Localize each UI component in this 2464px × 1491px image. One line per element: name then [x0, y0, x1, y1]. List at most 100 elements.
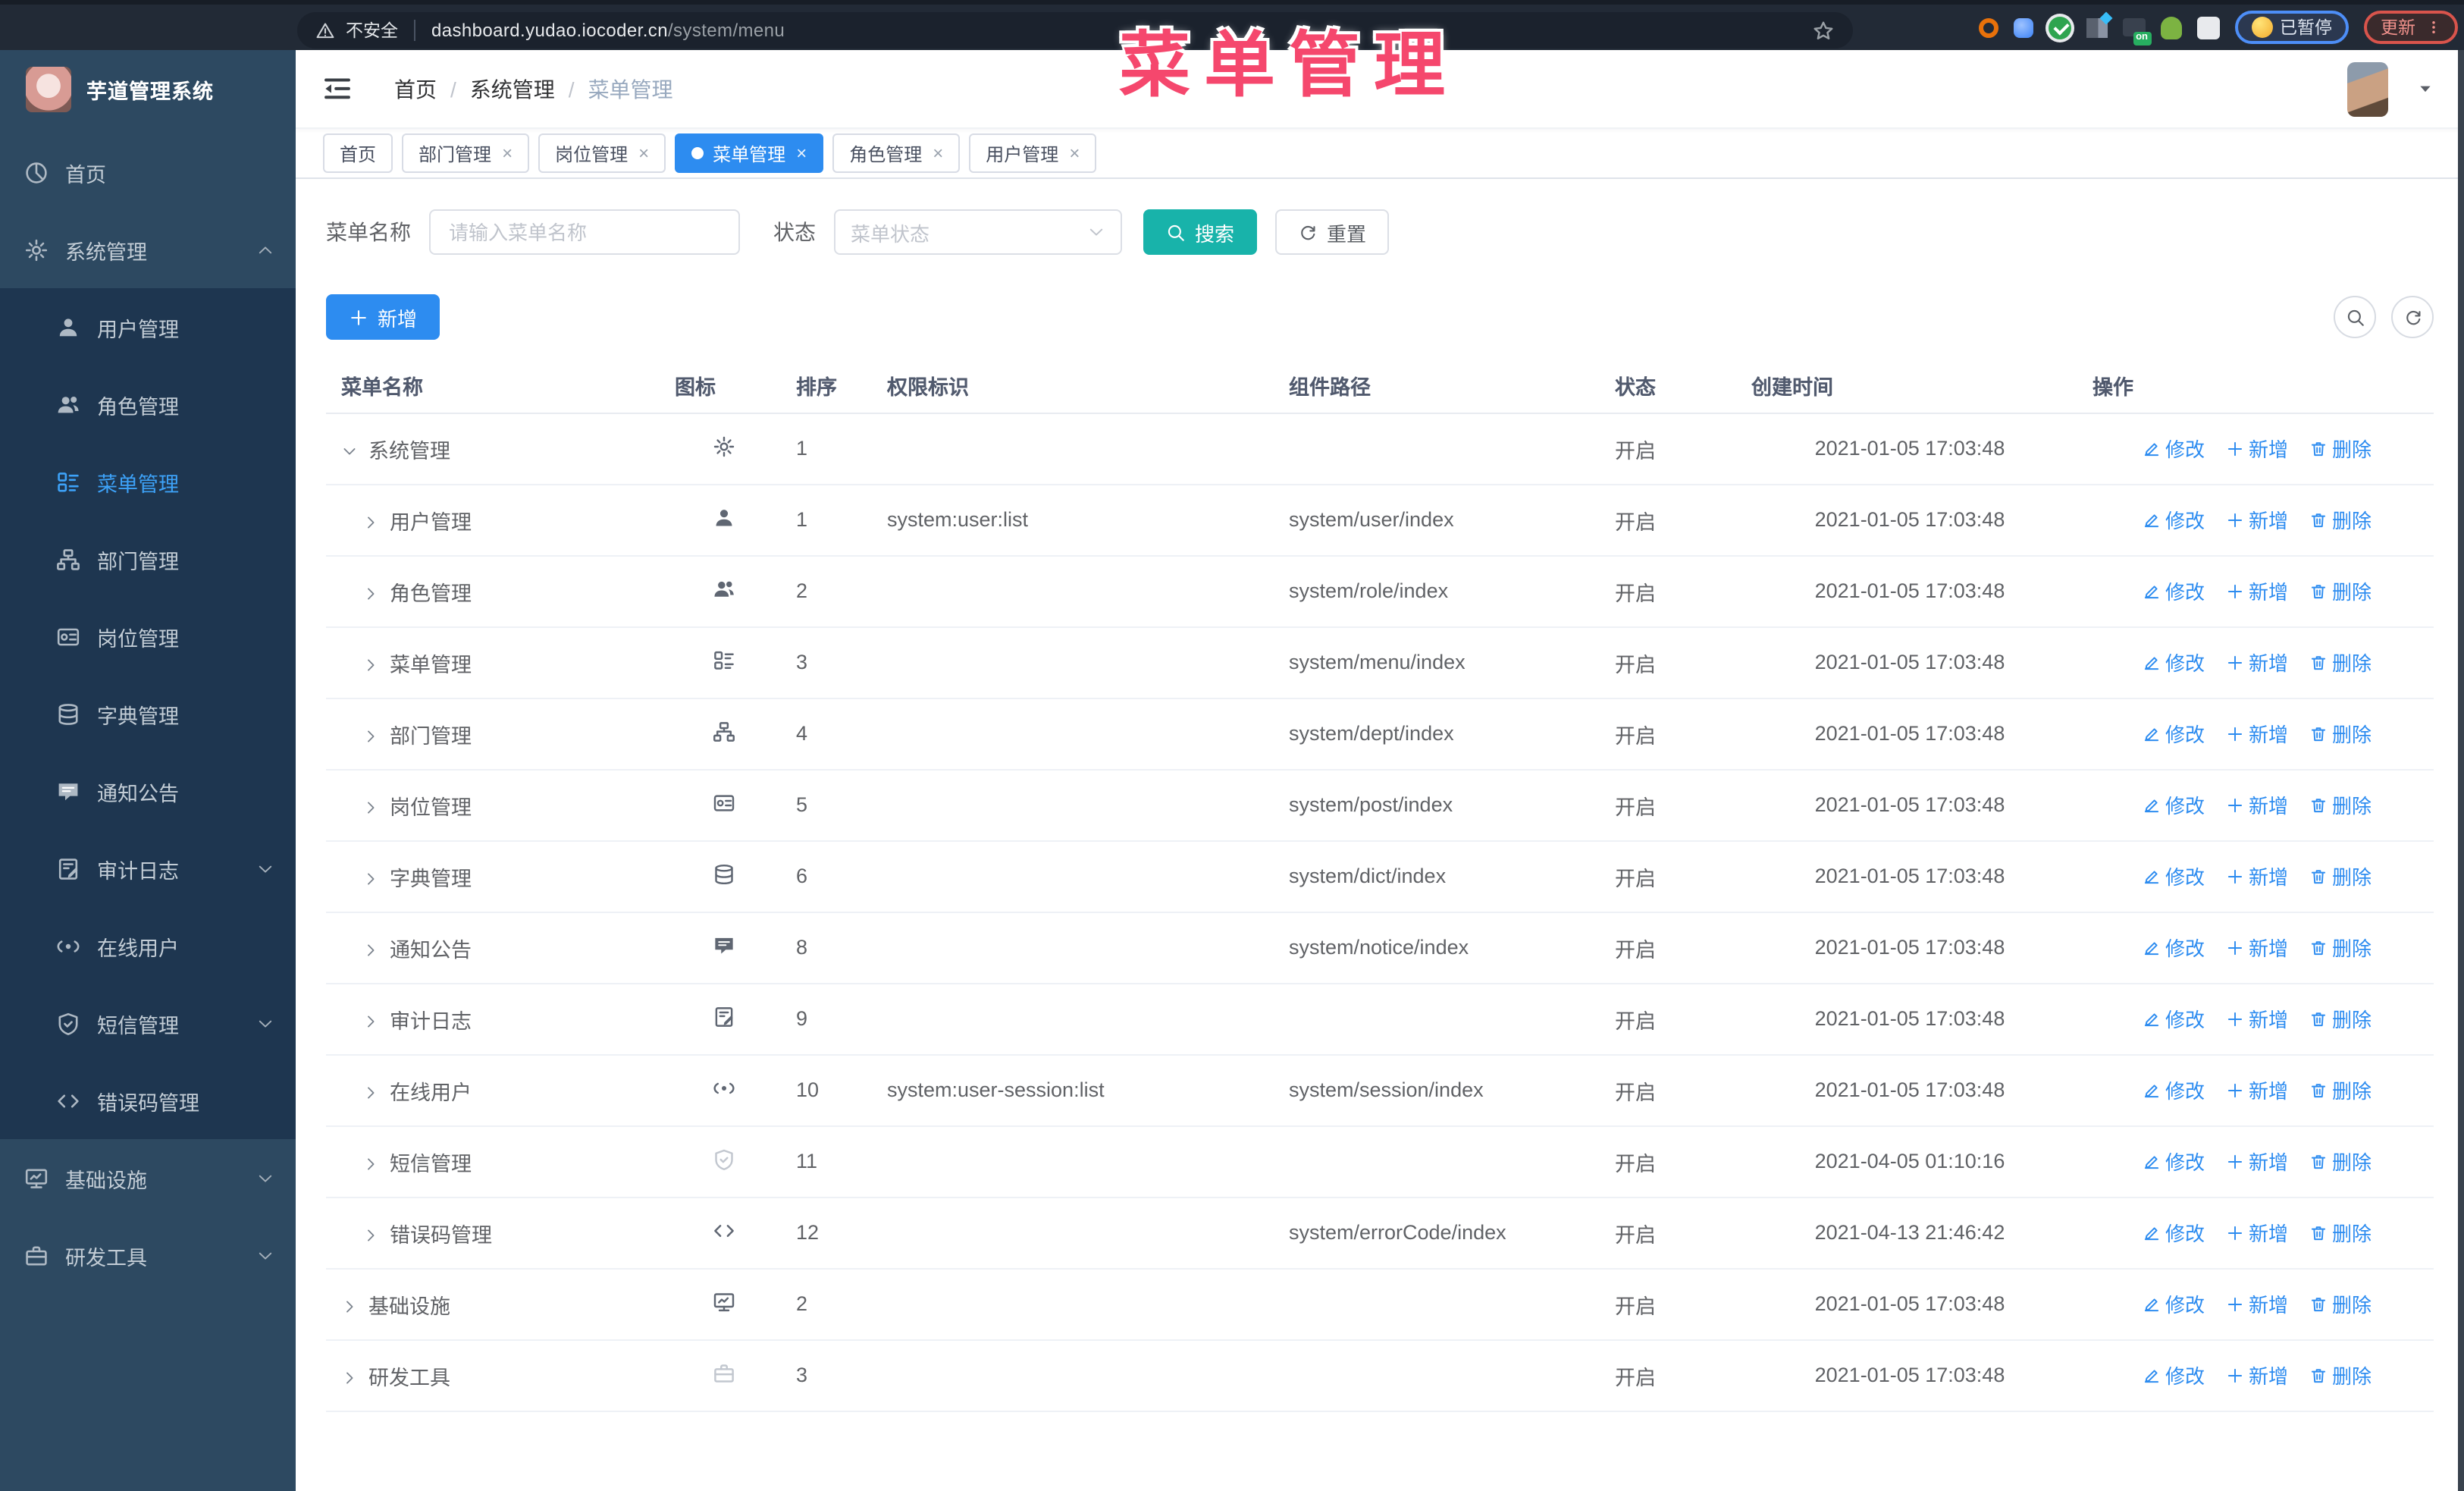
- tab-close-icon[interactable]: ×: [502, 143, 513, 164]
- expand-caret-icon[interactable]: [341, 1298, 358, 1314]
- edit-link[interactable]: 修改: [2143, 1289, 2205, 1318]
- add-child-link[interactable]: 新增: [2226, 434, 2288, 463]
- add-child-link[interactable]: 新增: [2226, 1289, 2288, 1318]
- delete-link[interactable]: 删除: [2309, 1289, 2372, 1318]
- sidebar-item[interactable]: 岗位管理: [0, 598, 296, 675]
- expand-caret-icon[interactable]: [362, 585, 379, 601]
- expand-caret-icon[interactable]: [362, 727, 379, 744]
- add-child-link[interactable]: 新增: [2226, 505, 2288, 534]
- tag-view-tab[interactable]: 部门管理 ×: [402, 133, 530, 173]
- tag-view-tab[interactable]: 角色管理 ×: [832, 133, 961, 173]
- edit-link[interactable]: 修改: [2143, 1218, 2205, 1247]
- edit-link[interactable]: 修改: [2143, 576, 2205, 605]
- back-button[interactable]: [30, 14, 56, 40]
- tab-close-icon[interactable]: ×: [796, 143, 807, 164]
- edit-link[interactable]: 修改: [2143, 790, 2205, 819]
- edit-link[interactable]: 修改: [2143, 862, 2205, 890]
- sidebar-item[interactable]: 基础设施: [0, 1139, 296, 1216]
- reload-button[interactable]: [164, 14, 190, 40]
- edit-link[interactable]: 修改: [2143, 933, 2205, 962]
- expand-caret-icon[interactable]: [362, 513, 379, 530]
- delete-link[interactable]: 删除: [2309, 576, 2372, 605]
- user-avatar[interactable]: [2347, 61, 2388, 116]
- expand-caret-icon[interactable]: [362, 656, 379, 673]
- delete-link[interactable]: 删除: [2309, 719, 2372, 748]
- extension-gem-icon[interactable]: [2013, 17, 2033, 37]
- edit-link[interactable]: 修改: [2143, 1147, 2205, 1176]
- sidebar-item[interactable]: 审计日志: [0, 830, 296, 907]
- kebab-menu-icon[interactable]: [2426, 18, 2441, 36]
- breadcrumb-item[interactable]: 系统管理 /: [470, 74, 588, 104]
- search-icon[interactable]: [2076, 75, 2103, 102]
- expand-caret-icon[interactable]: [341, 442, 358, 459]
- sidebar-logo-row[interactable]: 芋道管理系统: [0, 50, 296, 129]
- add-child-link[interactable]: 新增: [2226, 648, 2288, 676]
- avatar-dropdown-caret-icon[interactable]: [2417, 80, 2434, 97]
- delete-link[interactable]: 删除: [2309, 1147, 2372, 1176]
- edit-link[interactable]: 修改: [2143, 648, 2205, 676]
- edit-link[interactable]: 修改: [2143, 1075, 2205, 1104]
- search-button[interactable]: 搜索: [1143, 209, 1258, 255]
- font-size-icon[interactable]: [2288, 75, 2315, 102]
- edit-link[interactable]: 修改: [2143, 505, 2205, 534]
- status-select[interactable]: 菜单状态: [834, 209, 1122, 255]
- tab-close-icon[interactable]: ×: [1069, 143, 1080, 164]
- sidebar-item[interactable]: 部门管理: [0, 520, 296, 598]
- delete-link[interactable]: 删除: [2309, 1004, 2372, 1033]
- menu-name-input[interactable]: [429, 209, 740, 255]
- add-child-link[interactable]: 新增: [2226, 719, 2288, 748]
- breadcrumb-item[interactable]: 菜单管理: [588, 74, 673, 104]
- delete-link[interactable]: 删除: [2309, 1075, 2372, 1104]
- delete-link[interactable]: 删除: [2309, 648, 2372, 676]
- extension-switch-icon[interactable]: on: [2122, 18, 2151, 46]
- delete-link[interactable]: 删除: [2309, 790, 2372, 819]
- extension-columns-icon[interactable]: [2086, 17, 2107, 37]
- expand-caret-icon[interactable]: [362, 1084, 379, 1100]
- delete-link[interactable]: 删除: [2309, 1218, 2372, 1247]
- tag-view-tab[interactable]: 岗位管理 ×: [538, 133, 666, 173]
- delete-link[interactable]: 删除: [2309, 862, 2372, 890]
- profile-paused-pill[interactable]: 已暂停: [2234, 11, 2349, 44]
- fullscreen-icon[interactable]: [2235, 75, 2262, 102]
- edit-link[interactable]: 修改: [2143, 1004, 2205, 1033]
- expand-caret-icon[interactable]: [341, 1369, 358, 1386]
- delete-link[interactable]: 删除: [2309, 933, 2372, 962]
- sidebar-item[interactable]: 首页: [0, 133, 296, 211]
- expand-caret-icon[interactable]: [362, 1012, 379, 1029]
- expand-caret-icon[interactable]: [362, 870, 379, 887]
- toggle-search-button[interactable]: [2334, 296, 2376, 338]
- sidebar-item[interactable]: 研发工具: [0, 1216, 296, 1294]
- sidebar-item[interactable]: 字典管理: [0, 675, 296, 752]
- extension-check-icon[interactable]: [2048, 16, 2071, 39]
- add-child-link[interactable]: 新增: [2226, 1147, 2288, 1176]
- sidebar-item[interactable]: 错误码管理: [0, 1062, 296, 1139]
- tag-view-tab[interactable]: 菜单管理 ×: [675, 133, 824, 173]
- add-child-link[interactable]: 新增: [2226, 933, 2288, 962]
- address-bar[interactable]: 不安全 dashboard.yudao.iocoder.cn/system/me…: [297, 12, 1853, 49]
- extensions-puzzle-icon[interactable]: [2196, 16, 2219, 39]
- add-child-link[interactable]: 新增: [2226, 1004, 2288, 1033]
- expand-caret-icon[interactable]: [362, 1155, 379, 1172]
- sidebar-item[interactable]: 在线用户: [0, 907, 296, 984]
- delete-link[interactable]: 删除: [2309, 434, 2372, 463]
- add-child-link[interactable]: 新增: [2226, 862, 2288, 890]
- github-icon[interactable]: [2129, 75, 2156, 102]
- tab-close-icon[interactable]: ×: [638, 143, 649, 164]
- expand-caret-icon[interactable]: [362, 941, 379, 958]
- delete-link[interactable]: 删除: [2309, 1361, 2372, 1389]
- breadcrumb-item[interactable]: 首页 /: [394, 74, 470, 104]
- extension-ring-icon[interactable]: [1978, 17, 1998, 37]
- add-child-link[interactable]: 新增: [2226, 1218, 2288, 1247]
- sidebar-item[interactable]: 菜单管理: [0, 443, 296, 520]
- help-icon[interactable]: [2182, 75, 2209, 102]
- sidebar-item[interactable]: 通知公告: [0, 752, 296, 830]
- sidebar-item[interactable]: 短信管理: [0, 984, 296, 1062]
- expand-caret-icon[interactable]: [362, 1226, 379, 1243]
- update-pill[interactable]: 更新: [2364, 11, 2458, 44]
- tab-close-icon[interactable]: ×: [933, 143, 943, 164]
- edit-link[interactable]: 修改: [2143, 719, 2205, 748]
- tag-view-tab[interactable]: 用户管理 ×: [969, 133, 1097, 173]
- expand-caret-icon[interactable]: [362, 799, 379, 815]
- extension-bug-icon[interactable]: [2160, 16, 2181, 39]
- edit-link[interactable]: 修改: [2143, 1361, 2205, 1389]
